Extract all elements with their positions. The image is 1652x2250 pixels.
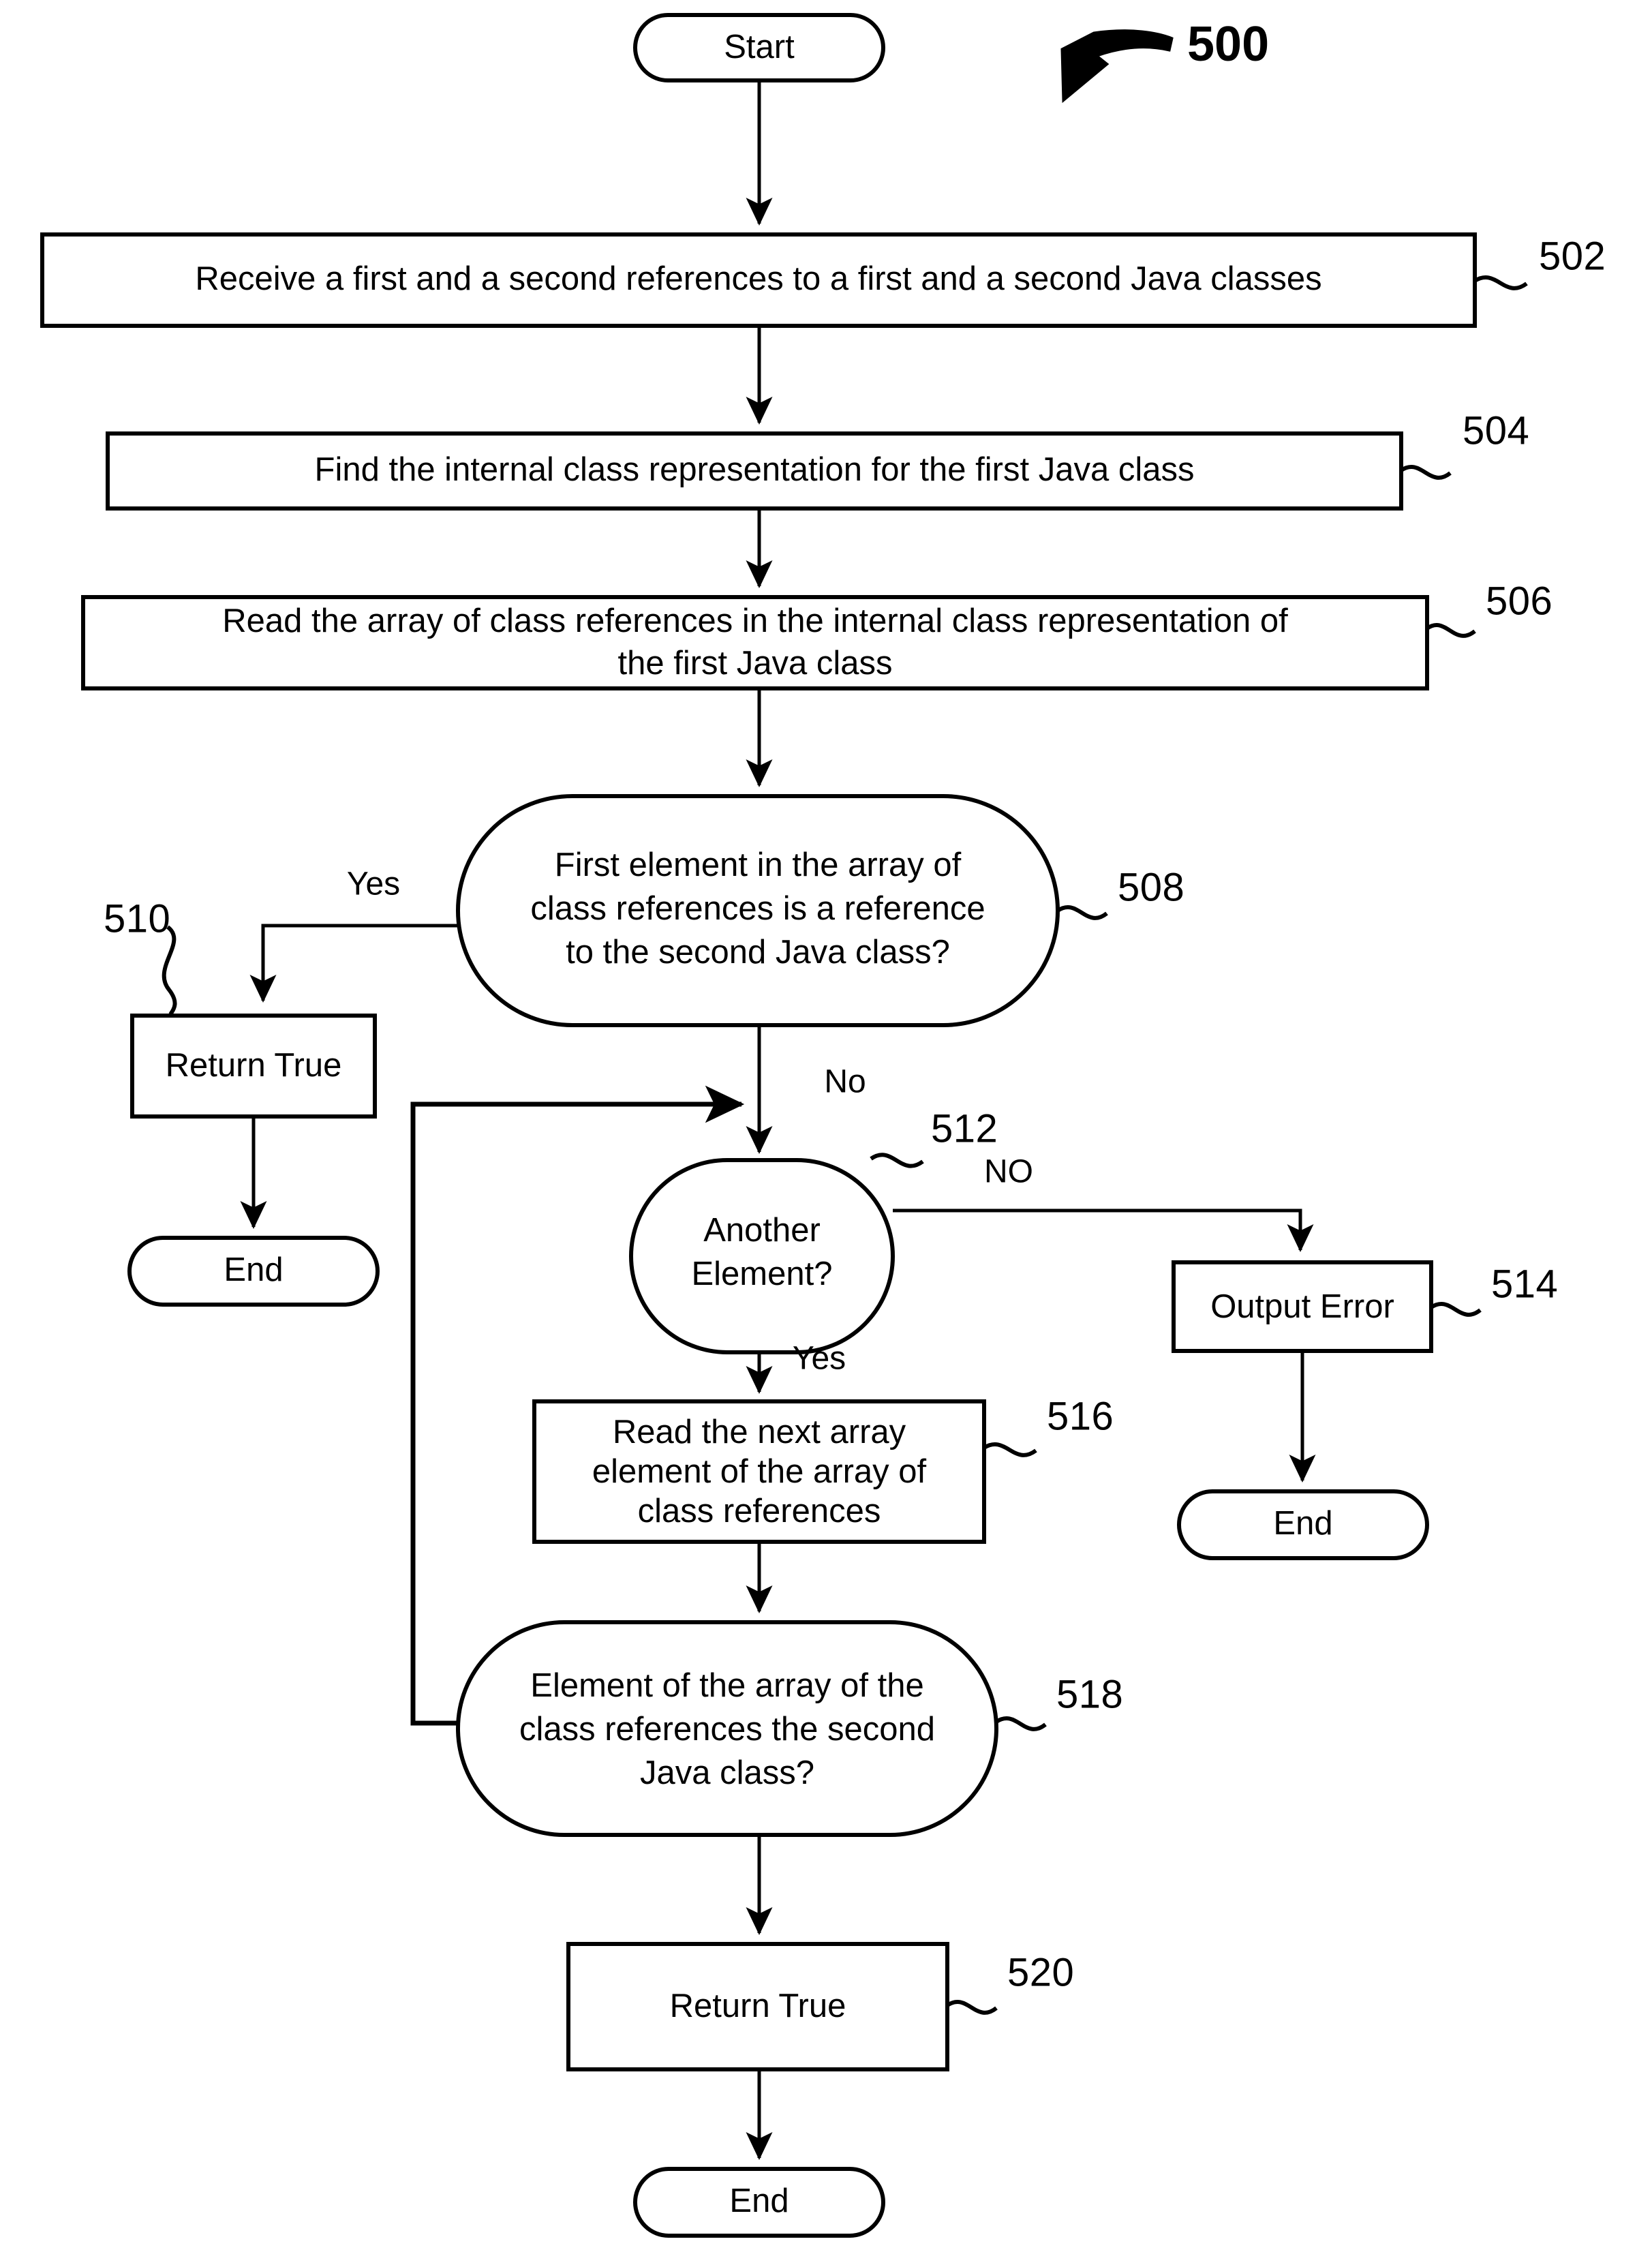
ref-number-518: 518 xyxy=(1056,1672,1123,1716)
leader-520 xyxy=(946,2000,998,2015)
ref-number-508: 508 xyxy=(1118,865,1184,909)
leader-512 xyxy=(870,1153,924,1168)
step-502-label: Receive a first and a second references … xyxy=(195,260,1321,297)
figure-pointer-group: 500 xyxy=(1060,17,1269,104)
node-step-520: Return True 520 xyxy=(566,1942,1074,2071)
flowchart-canvas: 500 Start Receive a first and a second r… xyxy=(40,13,1606,2238)
decision-518-label-line3: Java class? xyxy=(640,1754,814,1791)
node-decision-508: First element in the array of class refe… xyxy=(456,794,1184,1027)
curved-arrow-icon xyxy=(1060,29,1174,104)
leader-508 xyxy=(1056,905,1108,920)
ref-number-504: 504 xyxy=(1463,408,1529,453)
end-2-label: End xyxy=(1273,1505,1332,1542)
ref-510-group: 510 xyxy=(104,896,177,1016)
end-3-label: End xyxy=(729,2183,789,2219)
node-step-510: Return True xyxy=(130,1014,377,1119)
ref-number-502: 502 xyxy=(1539,234,1606,278)
step-506-label-line1: Read the array of class references in th… xyxy=(222,603,1288,639)
node-step-504: Find the internal class representation f… xyxy=(106,408,1529,511)
patent-flowchart-figure: 500 Start Receive a first and a second r… xyxy=(0,0,1652,2250)
figure-number: 500 xyxy=(1187,17,1269,72)
edge-512-no-to-514 xyxy=(893,1208,1314,1253)
node-end-1: End xyxy=(127,1236,380,1307)
decision-508-label-line1: First element in the array of xyxy=(555,847,962,883)
leader-518 xyxy=(995,1716,1047,1731)
edge-label-512-yes: Yes xyxy=(793,1341,846,1377)
node-step-516: Read the next array element of the array… xyxy=(532,1394,1114,1544)
edge-label-508-no: No xyxy=(824,1064,866,1100)
decision-508-label-line3: to the second Java class? xyxy=(566,934,950,971)
step-506-label-line2: the first Java class xyxy=(617,645,892,682)
decision-512-label-line2: Element? xyxy=(691,1256,832,1292)
step-516-label-line2: element of the array of xyxy=(592,1453,927,1490)
decision-512-label-line1: Another xyxy=(703,1212,821,1249)
ref-number-512: 512 xyxy=(931,1106,998,1151)
ref-number-510: 510 xyxy=(104,896,170,941)
ref-number-514: 514 xyxy=(1491,1262,1558,1306)
decision-518-label-line2: class references the second xyxy=(519,1711,935,1748)
node-step-502: Receive a first and a second references … xyxy=(40,232,1606,328)
node-step-514: Output Error 514 xyxy=(1172,1260,1558,1353)
leader-514 xyxy=(1430,1302,1482,1317)
leader-502 xyxy=(1473,275,1528,290)
node-step-506: Read the array of class references in th… xyxy=(81,579,1552,690)
end-1-label: End xyxy=(224,1251,283,1288)
edge-label-512-no: NO xyxy=(984,1154,1033,1190)
node-end-3: End xyxy=(633,2167,885,2238)
step-514-label: Output Error xyxy=(1210,1288,1394,1325)
node-start: Start xyxy=(633,13,885,82)
step-520-label: Return True xyxy=(670,1988,846,2024)
decision-508-label-line2: class references is a reference xyxy=(530,890,985,927)
step-516-label-line1: Read the next array xyxy=(613,1414,906,1450)
leader-504 xyxy=(1400,465,1452,480)
ref-number-506: 506 xyxy=(1486,579,1552,623)
ref-number-520: 520 xyxy=(1007,1950,1074,1994)
edge-508-yes-to-510 xyxy=(249,924,458,1003)
edge-label-508-yes: Yes xyxy=(347,866,400,902)
leader-506 xyxy=(1426,623,1476,638)
node-end-2: End xyxy=(1177,1489,1429,1560)
step-510-label: Return True xyxy=(166,1047,342,1084)
step-516-label-line3: class references xyxy=(638,1493,881,1530)
leader-516 xyxy=(983,1442,1037,1457)
ref-number-516: 516 xyxy=(1047,1394,1114,1438)
node-decision-512: Another Element? 512 xyxy=(629,1106,998,1354)
decision-518-label-line1: Element of the array of the xyxy=(530,1667,923,1704)
start-label: Start xyxy=(724,29,795,65)
step-504-label: Find the internal class representation f… xyxy=(315,451,1195,488)
node-decision-518: Element of the array of the class refere… xyxy=(456,1620,1123,1837)
